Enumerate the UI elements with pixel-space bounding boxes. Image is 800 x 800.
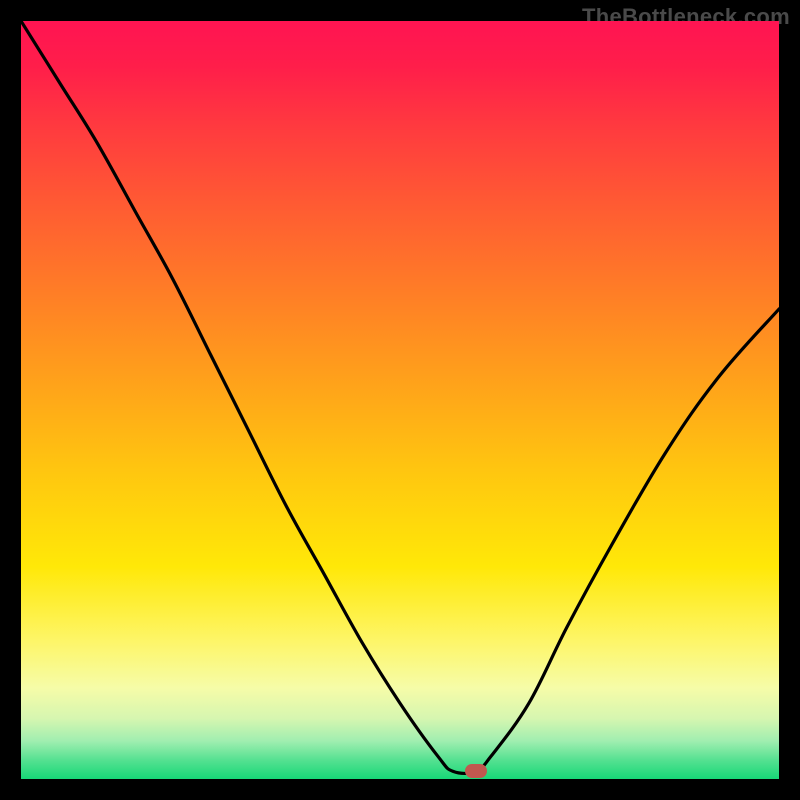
chart-frame: TheBottleneck.com [0,0,800,800]
bottleneck-curve [21,21,779,779]
plot-area [21,21,779,779]
valley-marker [465,764,487,778]
